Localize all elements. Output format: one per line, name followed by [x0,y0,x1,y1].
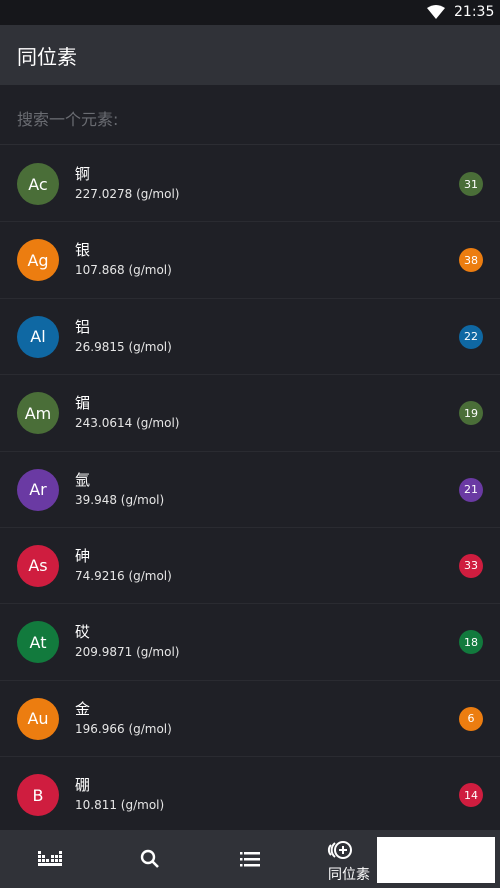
element-name: 氩 [75,470,91,489]
element-row[interactable]: Am 镅 243.0614 (g/mol) 19 [0,375,500,452]
element-row[interactable]: As 砷 74.9216 (g/mol) 33 [0,528,500,605]
element-mass: 107.868 (g/mol) [75,263,172,278]
element-mass: 196.966 (g/mol) [75,721,172,736]
nav-periodic-table[interactable] [0,830,100,888]
element-row[interactable]: Al 铝 26.9815 (g/mol) 22 [0,299,500,376]
list-icon [240,852,260,867]
search-input[interactable]: 搜索一个元素: [17,106,118,130]
element-mass: 39.948 (g/mol) [75,492,165,507]
search-icon [140,849,159,868]
isotope-count-badge: 33 [459,553,483,578]
element-name: 硼 [75,776,91,795]
isotope-count-badge: 21 [459,477,483,502]
element-symbol-avatar: Au [17,697,59,740]
element-mass: 209.9871 (g/mol) [75,645,180,660]
isotope-count-badge: 19 [459,401,483,426]
element-mass: 243.0614 (g/mol) [75,416,180,431]
periodic-table-icon [38,851,62,866]
element-name: 锕 [75,165,91,183]
isotope-count-badge: 22 [459,324,483,349]
nav-isotope-label: 同位素 [328,867,370,883]
element-row[interactable]: Ar 氩 39.948 (g/mol) 21 [0,452,500,528]
element-symbol-avatar: Ac [17,163,59,205]
overlay-box [377,837,495,883]
element-row[interactable]: Au 金 196.966 (g/mol) 6 [0,681,500,758]
element-mass: 227.0278 (g/mol) [75,187,180,201]
element-row[interactable]: At 砹 209.9871 (g/mol) 18 [0,604,500,681]
element-name: 砷 [75,546,91,565]
element-name: 金 [75,699,91,718]
element-row[interactable]: B 硼 10.811 (g/mol) 14 [0,757,500,834]
element-row[interactable]: Ac 锕 227.0278 (g/mol) 31 [0,146,500,223]
element-name: 铝 [75,317,91,336]
wifi-icon [427,5,445,19]
element-mass: 26.9815 (g/mol) [75,339,172,354]
nav-search[interactable] [100,830,200,888]
element-symbol-avatar: Ar [17,468,59,511]
element-symbol-avatar: Al [17,315,59,358]
element-mass: 74.9216 (g/mol) [75,568,172,583]
isotope-count-badge: 38 [459,248,483,273]
element-list: Ac 锕 227.0278 (g/mol) 31 Ag 银 107.868 (g/mol) 3… [0,146,500,834]
status-bar: 21:35 [0,0,500,25]
isotope-icon [327,841,352,859]
element-name: 砹 [75,623,91,642]
element-name: 银 [75,241,91,260]
bottom-nav: 同位素 [0,830,500,888]
element-symbol-avatar: At [17,621,59,664]
element-symbol-avatar: Am [17,392,59,435]
nav-list[interactable] [200,830,300,888]
element-mass: 10.811 (g/mol) [75,798,165,813]
isotope-count-badge: 18 [459,630,483,655]
element-symbol-avatar: B [17,774,59,817]
isotope-count-badge: 6 [459,706,483,731]
isotope-count-badge: 31 [459,172,483,196]
search-bar[interactable]: 搜索一个元素: [0,85,500,145]
element-row[interactable]: Ag 银 107.868 (g/mol) 38 [0,222,500,299]
element-symbol-avatar: Ag [17,239,59,282]
status-time: 21:35 [454,4,495,20]
page-title: 同位素 [17,45,77,69]
element-name: 镅 [75,394,91,413]
isotope-count-badge: 14 [459,783,483,808]
app-bar: 同位素 [0,25,500,85]
element-symbol-avatar: As [17,544,59,587]
